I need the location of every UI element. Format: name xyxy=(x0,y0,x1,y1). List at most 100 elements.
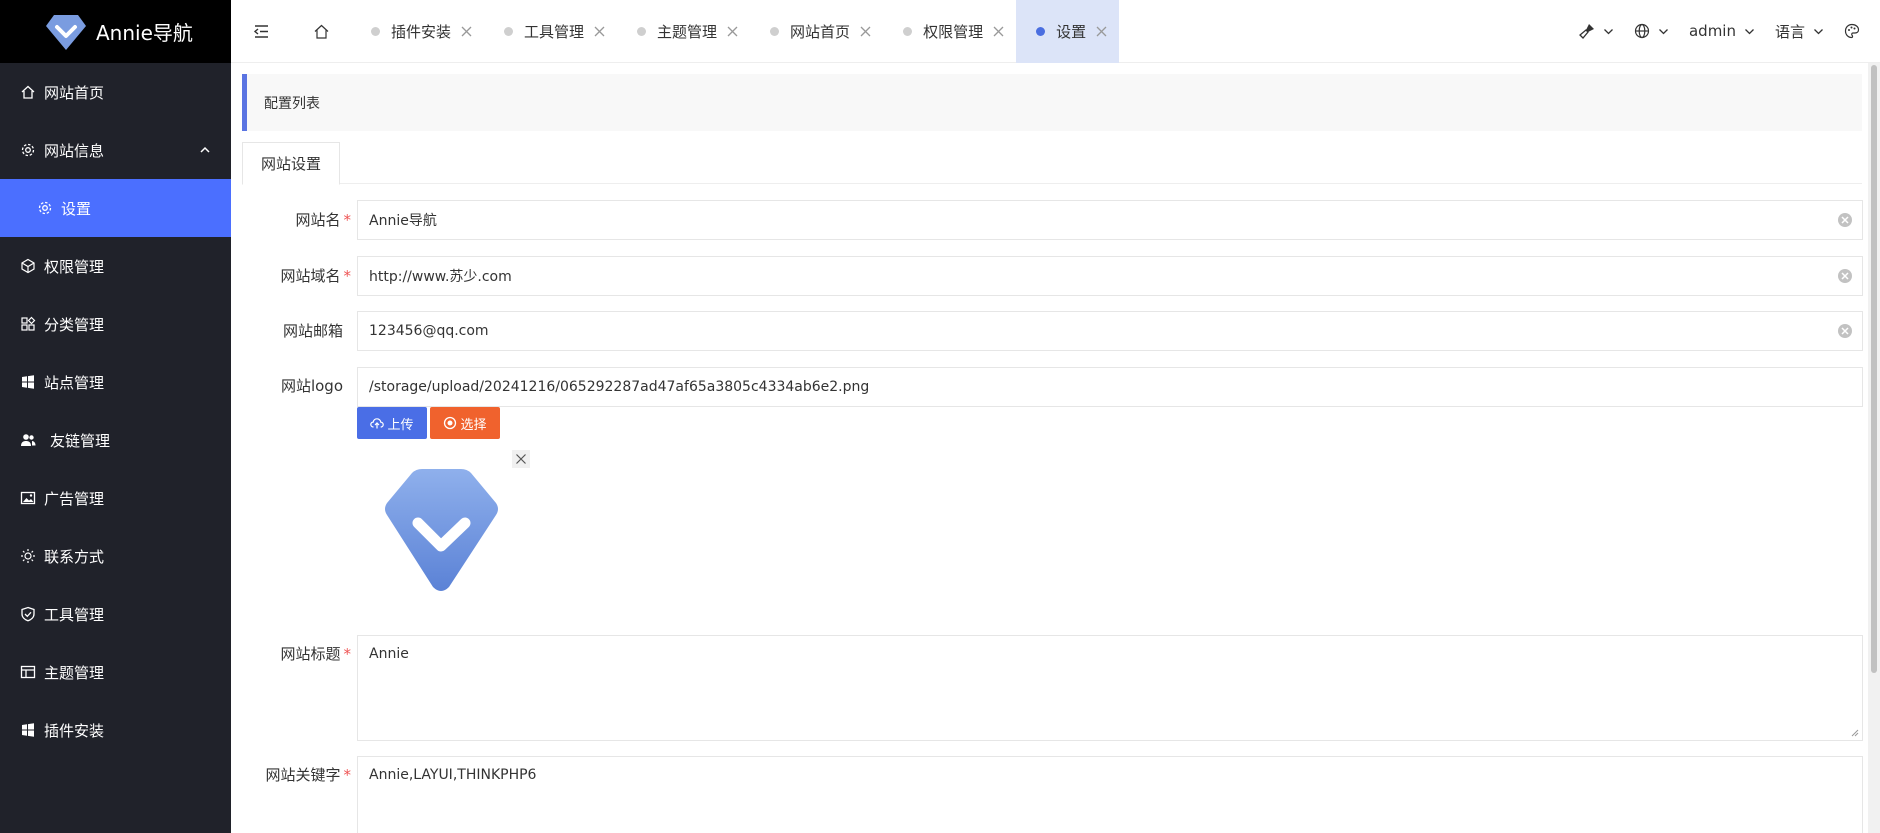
image-icon xyxy=(20,490,36,506)
label-text: 网站邮箱 xyxy=(282,322,343,340)
sidebar-item-ads[interactable]: 广告管理 xyxy=(0,469,231,527)
close-icon[interactable] xyxy=(1096,26,1107,37)
label-text: 网站关键字 xyxy=(265,766,341,784)
sidebar-item-contact[interactable]: 联系方式 xyxy=(0,527,231,585)
sidebar-item-site-info[interactable]: 网站信息 xyxy=(0,121,231,179)
tab-label: 插件安装 xyxy=(391,22,452,41)
clear-input-button[interactable] xyxy=(1838,213,1852,227)
tab-dot xyxy=(504,26,514,36)
sidebar-item-home[interactable]: 网站首页 xyxy=(0,63,231,121)
close-icon[interactable] xyxy=(594,26,605,37)
sidebar-item-label: 站点管理 xyxy=(44,373,105,392)
tab-label: 工具管理 xyxy=(524,22,585,41)
close-icon[interactable] xyxy=(727,26,738,37)
tab-plugins[interactable]: 插件安装 xyxy=(351,0,484,63)
menu-fold-icon xyxy=(253,24,268,38)
upload-button[interactable]: 上传 xyxy=(357,407,427,439)
site-keywords-textarea[interactable]: Annie,LAYUI,THINKPHP6 xyxy=(357,756,1863,833)
main-content: 配置列表 网站设置 网站名 * Annie导航 网站域名 * http://www.… xyxy=(231,63,1880,833)
sidebar-item-label: 插件安装 xyxy=(44,721,105,740)
sidebar-item-label: 网站信息 xyxy=(44,141,105,160)
home-icon xyxy=(314,24,328,39)
chevron-down-icon xyxy=(1604,28,1613,34)
logo-bar[interactable]: Annie导航 xyxy=(0,0,231,63)
clear-input-button[interactable] xyxy=(1838,269,1852,283)
site-logo-input[interactable]: /storage/upload/20241216/065292287ad47af… xyxy=(357,367,1863,407)
tab-dot xyxy=(1036,26,1046,36)
close-icon xyxy=(1841,216,1849,224)
tab-label: 权限管理 xyxy=(923,22,984,41)
tab-permissions[interactable]: 权限管理 xyxy=(883,0,1016,63)
site-name-label: 网站名 * xyxy=(231,209,351,230)
form-tabs: 网站设置 xyxy=(242,142,1862,185)
input-value: 123456@qq.com xyxy=(369,323,489,339)
site-domain-input[interactable]: http://www.苏少.com xyxy=(357,256,1863,296)
sidebar-item-tools[interactable]: 工具管理 xyxy=(0,585,231,643)
site-dropdown[interactable] xyxy=(1624,0,1679,63)
sidebar-item-label: 权限管理 xyxy=(44,257,105,276)
required-mark: * xyxy=(343,766,352,784)
layout-icon xyxy=(20,664,36,680)
tab-site-settings[interactable]: 网站设置 xyxy=(242,142,340,185)
cloud-upload-icon xyxy=(370,418,385,429)
site-title-textarea[interactable]: Annie xyxy=(357,635,1863,741)
top-right-actions: admin 语言 xyxy=(1569,0,1880,63)
sidebar-item-themes[interactable]: 主题管理 xyxy=(0,643,231,701)
resize-handle-icon[interactable] xyxy=(1851,729,1859,737)
sidebar-item-categories[interactable]: 分类管理 xyxy=(0,295,231,353)
close-icon[interactable] xyxy=(860,26,871,37)
input-value: Annie导航 xyxy=(369,213,437,229)
close-icon[interactable] xyxy=(461,26,472,37)
windows-icon xyxy=(20,374,36,390)
radio-icon xyxy=(444,416,457,430)
gear-icon xyxy=(37,200,53,216)
brush-icon xyxy=(1579,24,1594,39)
page-scrollbar[interactable] xyxy=(1868,63,1880,833)
button-label: 上传 xyxy=(387,417,414,433)
site-email-input[interactable]: 123456@qq.com xyxy=(357,311,1863,351)
label-text: 网站名 xyxy=(295,211,341,229)
chevron-down-icon xyxy=(1745,28,1754,34)
sidebar-item-sites[interactable]: 站点管理 xyxy=(0,353,231,411)
sidebar-item-label: 友链管理 xyxy=(50,431,111,450)
tab-label: 网站首页 xyxy=(790,22,851,41)
chevron-down-icon xyxy=(1814,28,1823,34)
tab-themes[interactable]: 主题管理 xyxy=(617,0,750,63)
logo-text: Annie导航 xyxy=(96,21,193,45)
home-tab-button[interactable] xyxy=(291,0,351,63)
tab-dot xyxy=(637,26,647,36)
chevron-down-icon xyxy=(1659,28,1668,34)
scrollbar-thumb[interactable] xyxy=(1871,65,1877,673)
site-logo-label: 网站logo xyxy=(223,375,343,396)
language-dropdown[interactable]: 语言 xyxy=(1765,0,1834,63)
user-dropdown[interactable]: admin xyxy=(1679,0,1765,63)
sidebar-item-plugins[interactable]: 插件安装 xyxy=(0,701,231,759)
sun-icon xyxy=(20,548,36,564)
select-button[interactable]: 选择 xyxy=(430,407,500,439)
globe-icon xyxy=(1634,23,1650,39)
chevron-up-icon xyxy=(200,146,210,153)
apps-icon xyxy=(20,316,36,332)
site-keywords-label: 网站关键字 * xyxy=(231,764,351,785)
tab-dot xyxy=(770,26,780,36)
tab-label: 主题管理 xyxy=(657,22,718,41)
palette-icon xyxy=(1844,23,1860,39)
textarea-value: Annie,LAYUI,THINKPHP6 xyxy=(369,767,537,783)
theme-button[interactable] xyxy=(1834,0,1870,63)
clear-input-button[interactable] xyxy=(1838,324,1852,338)
sidebar-item-links[interactable]: 友链管理 xyxy=(0,411,231,469)
close-icon[interactable] xyxy=(993,26,1004,37)
remove-logo-button[interactable] xyxy=(512,450,530,468)
clear-cache-dropdown[interactable] xyxy=(1569,0,1624,63)
sidebar-item-permissions[interactable]: 权限管理 xyxy=(0,237,231,295)
tab-tools[interactable]: 工具管理 xyxy=(484,0,617,63)
site-title-label: 网站标题 * xyxy=(231,643,351,664)
label-text: 网站域名 xyxy=(280,267,341,285)
tab-settings[interactable]: 设置 xyxy=(1016,0,1120,63)
tab-home[interactable]: 网站首页 xyxy=(750,0,883,63)
site-name-input[interactable]: Annie导航 xyxy=(357,200,1863,240)
sidebar-item-settings[interactable]: 设置 xyxy=(0,179,231,237)
panel-title: 配置列表 xyxy=(242,74,1862,131)
menu-toggle-button[interactable] xyxy=(231,0,291,63)
sidebar-item-label: 联系方式 xyxy=(44,547,105,566)
